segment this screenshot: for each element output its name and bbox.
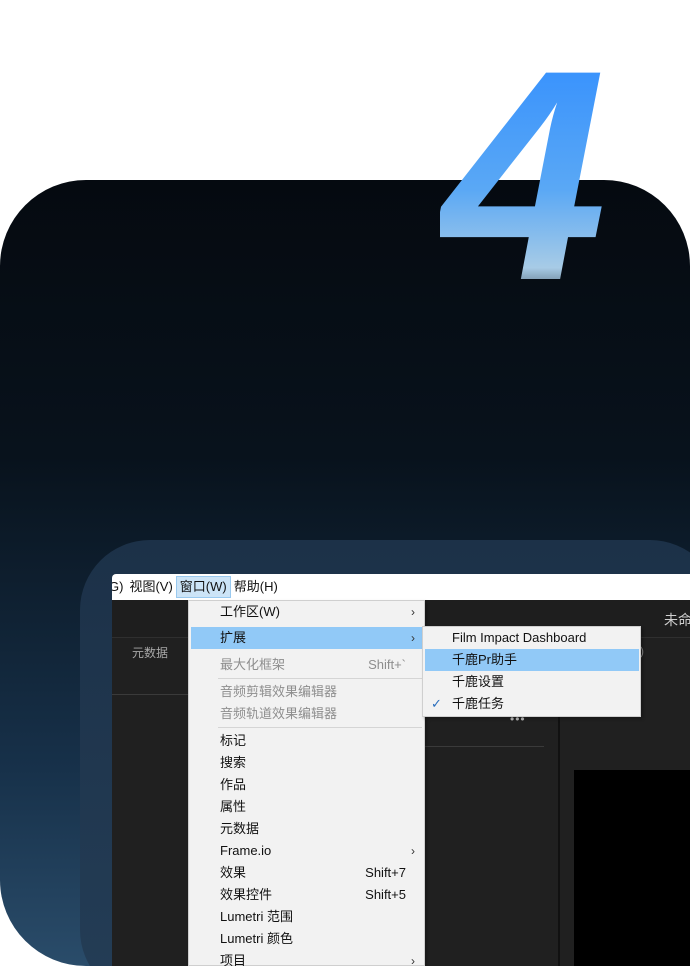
submenu-item-qianlu-tasks[interactable]: ✓ 千鹿任务	[425, 693, 639, 715]
extensions-submenu: Film Impact Dashboard 千鹿Pr助手 千鹿设置 ✓ 千鹿任务	[422, 626, 641, 717]
program-monitor	[574, 770, 690, 966]
menu-item-frame-io[interactable]: Frame.io ›	[191, 840, 422, 862]
shortcut-label: Shift+7	[365, 865, 406, 880]
menu-item-effects[interactable]: 效果 Shift+7	[191, 862, 422, 884]
chevron-right-icon: ›	[411, 954, 415, 966]
menu-item-metadata[interactable]: 元数据	[191, 818, 422, 840]
app-screenshot: G) 视图(V) 窗口(W) 帮助(H) 未命 元数据 ) ••• 工作区(W)…	[112, 574, 690, 966]
panel-splitter[interactable]	[558, 694, 560, 966]
step-number: 4	[440, 25, 640, 325]
menu-item-productions[interactable]: 作品	[191, 774, 422, 796]
menu-item-search[interactable]: 搜索	[191, 752, 422, 774]
menu-window[interactable]: 窗口(W)	[175, 576, 231, 598]
menu-item-lumetri-color[interactable]: Lumetri 颜色	[191, 928, 422, 950]
checkmark-icon: ✓	[431, 696, 442, 711]
submenu-item-qianlu-settings[interactable]: 千鹿设置	[425, 671, 639, 693]
submenu-item-qianlu-pr-assistant[interactable]: 千鹿Pr助手	[425, 649, 639, 671]
panel-divider	[424, 746, 544, 747]
shortcut-label: Shift+`	[368, 657, 406, 672]
menu-item-effect-controls[interactable]: 效果控件 Shift+5	[191, 884, 422, 906]
menu-graphics[interactable]: G)	[112, 576, 126, 598]
menu-item-lumetri-scopes[interactable]: Lumetri 范围	[191, 906, 422, 928]
shortcut-label: Shift+5	[365, 887, 406, 902]
menu-item-project[interactable]: 项目 ›	[191, 950, 422, 966]
menu-item-extensions[interactable]: 扩展 ›	[191, 627, 422, 649]
chevron-right-icon: ›	[411, 605, 415, 619]
menu-separator	[218, 727, 422, 728]
panel-divider	[112, 694, 188, 695]
menu-item-properties[interactable]: 属性	[191, 796, 422, 818]
menu-view[interactable]: 视图(V)	[126, 576, 175, 598]
menu-bar: G) 视图(V) 窗口(W) 帮助(H)	[112, 574, 690, 600]
menu-item-audio-clip-effect-editor[interactable]: 音频剪辑效果编辑器	[191, 681, 422, 703]
submenu-item-film-impact-dashboard[interactable]: Film Impact Dashboard	[425, 627, 639, 649]
menu-item-markers[interactable]: 标记	[191, 730, 422, 752]
menu-item-workspace[interactable]: 工作区(W) ›	[191, 601, 422, 623]
menu-separator	[218, 678, 422, 679]
panel-tab-metadata[interactable]: 元数据	[132, 644, 168, 661]
chevron-right-icon: ›	[411, 631, 415, 645]
chevron-right-icon: ›	[411, 844, 415, 858]
menu-item-maximize-frame[interactable]: 最大化框架 Shift+`	[191, 654, 422, 676]
menu-help[interactable]: 帮助(H)	[231, 576, 281, 598]
project-title: 未命	[664, 612, 690, 628]
window-menu: 工作区(W) › 扩展 › 最大化框架 Shift+` 音频剪辑效果编辑器 音频…	[188, 600, 425, 966]
menu-item-audio-track-effect-editor[interactable]: 音频轨道效果编辑器	[191, 703, 422, 725]
